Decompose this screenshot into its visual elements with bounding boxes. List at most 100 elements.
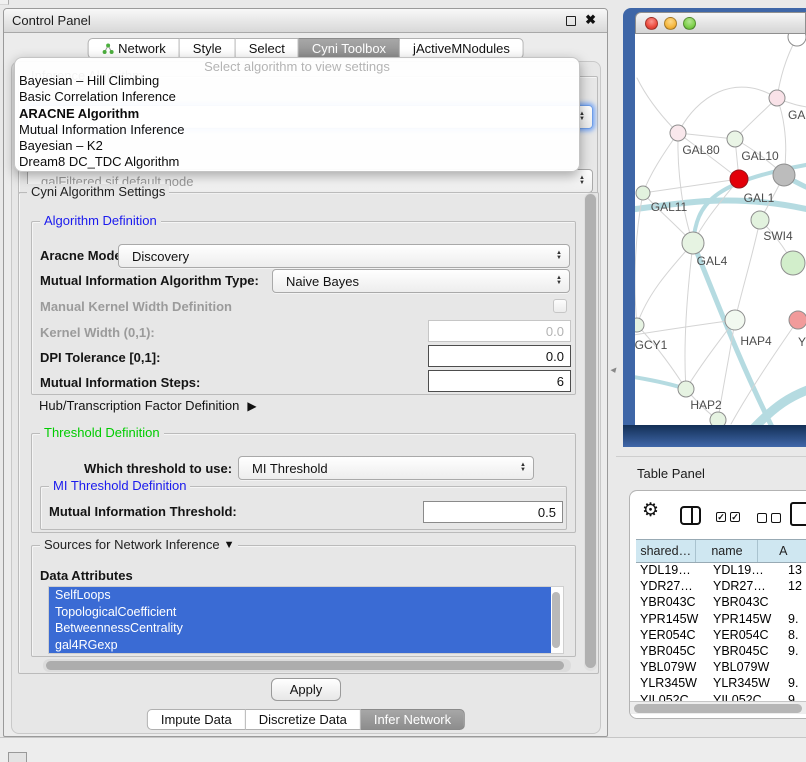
table-row[interactable]: YLR345WYLR345W9. [636,676,806,692]
tab-jactivemnodules[interactable]: jActiveMNodules [400,38,524,59]
table-cell: YPR145W [636,612,709,628]
algorithm-option[interactable]: ARACNE Algorithm [15,106,579,122]
attribute-item[interactable]: BetweennessCentrality [49,620,551,637]
attribute-item[interactable]: TopologicalCoefficient [49,604,551,621]
table-cell: 9. [784,644,806,660]
column-header-shared-name[interactable]: shared… [636,540,696,562]
table-row[interactable]: YBR043CYBR043C [636,595,806,611]
tab-cyni-toolbox[interactable]: Cyni Toolbox [299,38,400,59]
settings-hscrollbar[interactable] [43,659,571,672]
algorithm-definition-title: Algorithm Definition [40,213,161,228]
network-canvas[interactable]: GALGAL80GAL10GAL1GAL11SWI4GAL4HAP4YGCY1H… [635,34,806,425]
table-cell: 13 [784,563,806,579]
tab-discretize-data[interactable]: Discretize Data [246,709,361,730]
attribute-item[interactable]: SelfLoops [49,587,551,604]
table-row[interactable]: YDL19…YDL19…13 [636,563,806,579]
minimize-traffic-light[interactable] [664,17,677,30]
collapse-down-icon[interactable]: ▼ [224,539,235,551]
algorithm-option[interactable]: Mutual Information Inference [15,122,579,138]
cyni-frame-title: Cyni Algorithm Settings [27,184,169,199]
algorithm-option[interactable]: Bayesian – Hill Climbing [15,73,579,89]
select-all-checkboxes-icon[interactable]: ✓ ✓ [716,512,740,522]
which-threshold-combo[interactable]: MI Threshold ▲▼ [238,456,534,480]
document-icon[interactable] [790,502,806,526]
stepper-icon: ▲▼ [556,251,562,260]
splitter-handle[interactable]: ◀ [610,366,615,374]
node-label: GAL [788,108,806,122]
screen: Control Panel ✖ Network Style Select [0,0,806,762]
close-icon[interactable]: ✖ [585,12,596,28]
settings-vscrollbar[interactable] [584,193,597,671]
network-window-titlebar[interactable] [635,12,806,34]
network-node[interactable] [769,90,785,106]
table-hscrollbar[interactable] [630,701,806,714]
node-label: GCY1 [635,338,668,352]
network-node[interactable] [725,310,745,330]
columns-icon[interactable] [680,506,701,525]
apply-button[interactable]: Apply [271,678,341,701]
table-cell: YER054C [636,628,709,644]
dpi-tolerance-field[interactable]: 0.0 [428,345,571,367]
which-threshold-label: Which threshold to use: [84,461,232,476]
column-header-name[interactable]: name [696,540,758,562]
node-label: HAP4 [740,334,772,348]
manual-kernel-checkbox[interactable] [553,299,567,313]
table-cell: YDR27… [709,579,784,595]
table-cell: YBR043C [709,595,784,611]
table-cell: YBR045C [636,644,709,660]
table-hscroll-thumb[interactable] [634,704,802,713]
list-scrollbar[interactable] [552,592,560,648]
network-node[interactable] [670,125,686,141]
table-toolbar: ⚙ ✓ ✓ [630,491,806,537]
network-node[interactable] [636,186,650,200]
table-row[interactable]: YBR045CYBR045C9. [636,644,806,660]
table-cell: YER054C [709,628,784,644]
tab-impute-data[interactable]: Impute Data [147,709,246,730]
algorithm-option[interactable]: Basic Correlation Inference [15,89,579,105]
tab-network[interactable]: Network [87,38,180,59]
network-node[interactable] [710,412,726,425]
tab-infer-network[interactable]: Infer Network [361,709,465,730]
mi-threshold-label: Mutual Information Threshold: [49,504,237,519]
aracne-mode-combo[interactable]: Discovery ▲▼ [118,244,570,268]
network-node[interactable] [789,311,806,329]
gear-icon[interactable]: ⚙ [642,499,659,522]
mi-type-combo[interactable]: Naive Bayes ▲▼ [272,269,570,293]
table-row[interactable]: YDR27…YDR27…12 [636,579,806,595]
tab-style[interactable]: Style [180,38,236,59]
table-cell: 9. [784,693,806,702]
network-node[interactable] [730,170,748,188]
network-node[interactable] [682,232,704,254]
attribute-item[interactable]: gal4RGexp [49,637,551,654]
table-row[interactable]: YER054CYER054C8. [636,628,806,644]
zoom-traffic-light[interactable] [683,17,696,30]
vscroll-thumb[interactable] [585,194,596,668]
threshold-frame-title: Threshold Definition [40,425,164,440]
network-node[interactable] [751,211,769,229]
tab-select[interactable]: Select [236,38,299,59]
close-traffic-light[interactable] [645,17,658,30]
kernel-width-field[interactable]: 0.0 [428,320,571,342]
network-nodes[interactable]: GALGAL80GAL10GAL1GAL11SWI4GAL4HAP4YGCY1H… [635,34,806,425]
mi-steps-field[interactable]: 6 [428,370,571,392]
network-node[interactable] [781,251,805,275]
table-row[interactable]: YPR145WYPR145W9. [636,612,806,628]
table-row[interactable]: YIL052CYIL052C9. [636,693,806,702]
network-node[interactable] [635,318,644,332]
checked-box-icon: ✓ [730,512,740,522]
algorithm-option[interactable]: Dream8 DC_TDC Algorithm [15,154,579,170]
node-label: HAP2 [690,398,722,412]
hscroll-thumb[interactable] [46,661,564,670]
network-node[interactable] [788,34,806,46]
algorithm-option[interactable]: Bayesian – K2 [15,138,579,154]
network-node[interactable] [727,131,743,147]
table-cell: YBR045C [709,644,784,660]
hub-definition-toggle[interactable]: Hub/Transcription Factor Definition ▶ [39,398,257,413]
mi-threshold-field[interactable]: 0.5 [423,501,563,523]
clear-checkboxes-icon[interactable] [757,513,781,523]
float-window-icon[interactable] [566,16,576,26]
network-node[interactable] [773,164,795,186]
column-header-partial[interactable]: A [758,540,806,562]
network-node[interactable] [678,381,694,397]
table-row[interactable]: YBL079WYBL079W [636,660,806,676]
